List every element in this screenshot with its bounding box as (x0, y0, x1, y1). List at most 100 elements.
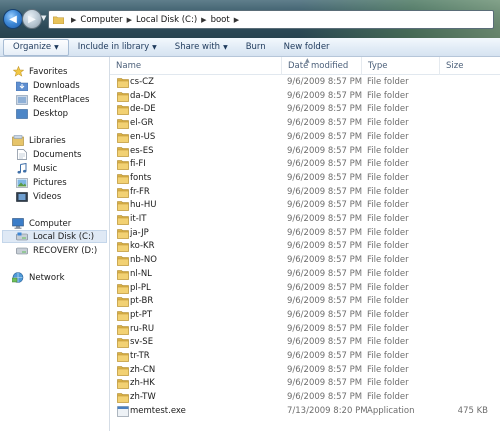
breadcrumb-boot[interactable]: boot (211, 15, 230, 25)
address-bar[interactable]: ▶ Computer ▶ Local Disk (C:) ▶ boot ▶ (48, 10, 494, 29)
file-name: fi-FI (130, 159, 146, 170)
folder-icon (117, 296, 129, 307)
nav-local-disk[interactable]: Local Disk (C:) (2, 230, 107, 243)
file-row[interactable]: pt-BR 9/6/2009 8:57 PM File folder (110, 295, 500, 308)
nav-downloads[interactable]: Downloads (16, 79, 80, 92)
breadcrumb-separator-icon[interactable]: ▶ (234, 16, 239, 24)
nav-favorites[interactable]: Favorites (12, 65, 67, 78)
nav-computer[interactable]: Computer (12, 217, 71, 230)
file-row[interactable]: el-GR 9/6/2009 8:57 PM File folder (110, 117, 500, 130)
file-row[interactable]: pt-PT 9/6/2009 8:57 PM File folder (110, 309, 500, 322)
new-folder-button[interactable]: New folder (275, 39, 339, 56)
file-name: memtest.exe (130, 405, 186, 416)
folder-icon (117, 228, 129, 239)
file-name: pl-PL (130, 282, 151, 293)
nav-desktop-label: Desktop (33, 108, 69, 119)
breadcrumb-separator-icon[interactable]: ▶ (71, 16, 76, 24)
file-row[interactable]: pl-PL 9/6/2009 8:57 PM File folder (110, 282, 500, 295)
breadcrumb-local-disk[interactable]: Local Disk (C:) (136, 15, 197, 25)
computer-icon (12, 218, 24, 229)
file-date-modified: 9/6/2009 8:57 PM (287, 309, 363, 320)
file-row[interactable]: de-DE 9/6/2009 8:57 PM File folder (110, 103, 500, 116)
file-row[interactable]: ja-JP 9/6/2009 8:57 PM File folder (110, 227, 500, 240)
nav-pictures[interactable]: Pictures (16, 176, 67, 189)
folder-icon (117, 77, 129, 88)
file-date-modified: 9/6/2009 8:57 PM (287, 104, 363, 115)
nav-recent-places[interactable]: RecentPlaces (16, 93, 89, 106)
column-header-size[interactable]: Size (440, 57, 500, 75)
nav-documents[interactable]: Documents (16, 148, 81, 161)
file-type: File folder (367, 131, 409, 142)
column-header-date-modified[interactable]: Date modified (282, 57, 362, 75)
file-name: zh-TW (130, 392, 156, 403)
column-header-type[interactable]: Type (362, 57, 440, 75)
burn-label: Burn (245, 42, 266, 52)
nav-recovery[interactable]: RECOVERY (D:) (16, 244, 97, 257)
nav-music[interactable]: Music (16, 162, 57, 175)
file-date-modified: 9/6/2009 8:57 PM (287, 241, 363, 252)
file-date-modified: 9/6/2009 8:57 PM (287, 255, 363, 266)
file-type: File folder (367, 337, 409, 348)
burn-button[interactable]: Burn (237, 39, 275, 56)
file-row[interactable]: es-ES 9/6/2009 8:57 PM File folder (110, 145, 500, 158)
drive-icon (16, 231, 28, 242)
nav-desktop[interactable]: Desktop (16, 107, 68, 120)
back-button[interactable]: ◀ (3, 9, 23, 29)
file-row[interactable]: zh-HK 9/6/2009 8:57 PM File folder (110, 377, 500, 390)
file-row[interactable]: fr-FR 9/6/2009 8:57 PM File folder (110, 186, 500, 199)
file-row[interactable]: memtest.exe 7/13/2009 8:20 PM Application 4… (110, 405, 500, 418)
file-size: 475 KB (457, 405, 488, 416)
nav-local-disk-label: Local Disk (C:) (33, 231, 95, 242)
file-type: File folder (367, 323, 409, 334)
file-row[interactable]: zh-TW 9/6/2009 8:57 PM File folder (110, 391, 500, 404)
file-row[interactable]: zh-CN 9/6/2009 8:57 PM File folder (110, 364, 500, 377)
breadcrumb-separator-icon[interactable]: ▶ (201, 16, 206, 24)
file-name: pt-BR (130, 296, 154, 307)
back-arrow-icon: ◀ (9, 13, 17, 25)
file-row[interactable]: fonts 9/6/2009 8:57 PM File folder (110, 172, 500, 185)
file-row[interactable]: nl-NL 9/6/2009 8:57 PM File folder (110, 268, 500, 281)
file-name: sv-SE (130, 337, 154, 348)
folder-icon (117, 324, 129, 335)
file-type: File folder (367, 227, 409, 238)
recent-places-icon (16, 94, 28, 105)
file-row[interactable]: en-US 9/6/2009 8:57 PM File folder (110, 131, 500, 144)
file-row[interactable]: nb-NO 9/6/2009 8:57 PM File folder (110, 254, 500, 267)
breadcrumb-separator-icon[interactable]: ▶ (127, 16, 132, 24)
nav-libraries[interactable]: Libraries (12, 134, 66, 147)
nav-network[interactable]: Network (12, 271, 65, 284)
nav-videos[interactable]: Videos (16, 190, 61, 203)
breadcrumb-computer[interactable]: Computer (80, 15, 122, 25)
file-date-modified: 7/13/2009 8:20 PM (287, 405, 368, 416)
file-row[interactable]: ko-KR 9/6/2009 8:57 PM File folder (110, 240, 500, 253)
file-row[interactable]: ru-RU 9/6/2009 8:57 PM File folder (110, 323, 500, 336)
pictures-icon (16, 177, 28, 188)
folder-icon (117, 132, 129, 143)
file-type: File folder (367, 268, 409, 279)
file-row[interactable]: da-DK 9/6/2009 8:57 PM File folder (110, 90, 500, 103)
file-row[interactable]: hu-HU 9/6/2009 8:57 PM File folder (110, 199, 500, 212)
file-name: cs-CZ (130, 77, 154, 87)
file-row[interactable]: fi-FI 9/6/2009 8:57 PM File folder (110, 158, 500, 171)
file-type: File folder (367, 282, 409, 293)
file-row[interactable]: cs-CZ 9/6/2009 8:57 PM File folder (110, 76, 500, 89)
new-folder-label: New folder (283, 42, 330, 52)
recent-pages-dropdown-icon[interactable]: ▼ (41, 14, 46, 22)
folder-icon (117, 159, 129, 170)
nav-recent-places-label: RecentPlaces (33, 94, 90, 105)
column-headers: ▲ Name Date modified Type Size (110, 57, 500, 75)
folder-icon (117, 214, 129, 225)
file-row[interactable]: tr-TR 9/6/2009 8:57 PM File folder (110, 350, 500, 363)
file-row[interactable]: sv-SE 9/6/2009 8:57 PM File folder (110, 336, 500, 349)
file-type: File folder (367, 159, 409, 170)
file-row[interactable]: it-IT 9/6/2009 8:57 PM File folder (110, 213, 500, 226)
file-type: Application (367, 405, 415, 416)
forward-button[interactable]: ▶ (22, 9, 42, 29)
folder-icon (117, 310, 129, 321)
share-with-button[interactable]: Share with ▼ (166, 39, 237, 56)
column-header-name[interactable]: Name (110, 57, 282, 75)
folder-icon (53, 16, 64, 24)
file-type: File folder (367, 364, 409, 375)
organize-button[interactable]: Organize ▼ (3, 38, 69, 56)
include-in-library-button[interactable]: Include in library ▼ (69, 39, 166, 56)
